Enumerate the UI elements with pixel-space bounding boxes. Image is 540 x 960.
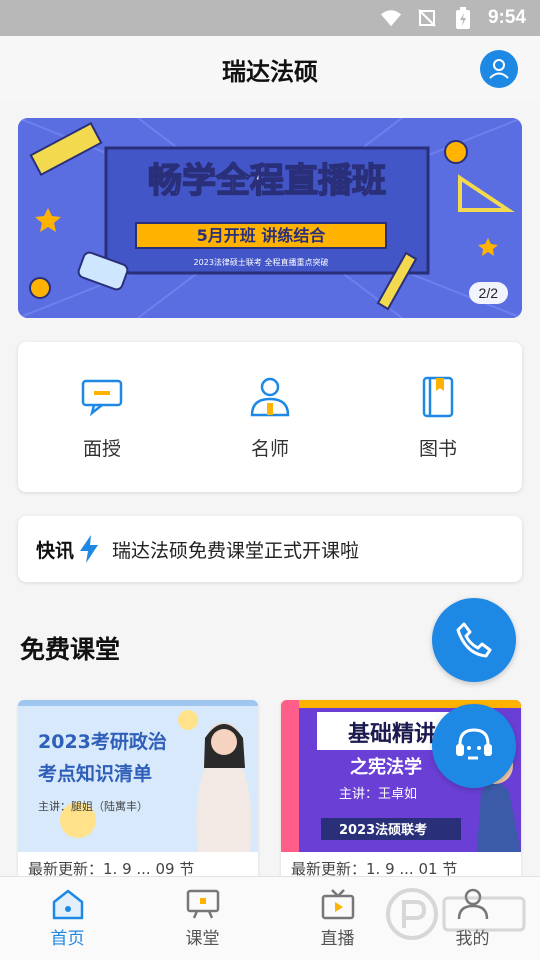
headset-icon [456, 728, 492, 760]
profile-button[interactable] [480, 50, 518, 88]
banner-pager: 2/2 [468, 282, 508, 304]
course-title-line2: 考点知识清单 [38, 762, 152, 785]
teacher-icon [247, 374, 293, 420]
quick-item-books[interactable]: 图书 [354, 342, 522, 492]
no-signal-icon [416, 7, 438, 29]
course-title-line1: 基础精讲 [348, 721, 436, 747]
quick-item-label: 面授 [82, 437, 121, 460]
news-ticker[interactable]: 快讯 瑞达法硕免费课堂正式开课啦 [18, 516, 522, 582]
course-speaker: 主讲：腿姐（陆寓丰） [38, 799, 148, 813]
promo-banner[interactable]: 畅学全程直播班 5月开班 讲练结合 2023法律硕士联考 全程直播重点突破 2/… [18, 118, 522, 318]
nav-label: 直播 [320, 929, 355, 949]
status-time: 9:54 [487, 7, 526, 28]
banner-headline: 畅学全程直播班 [148, 161, 386, 201]
banner-tagline: 5月开班 讲练结合 [197, 226, 327, 245]
user-icon [489, 59, 509, 79]
nav-label: 首页 [50, 929, 85, 949]
tv-icon [321, 889, 354, 920]
course-tag: 2023法硕联考 [339, 822, 427, 838]
call-button[interactable] [432, 598, 516, 682]
nav-label: 课堂 [185, 929, 220, 949]
quick-menu: 面授 名师 图书 [18, 342, 522, 492]
classroom-icon [186, 889, 219, 919]
page-title: 瑞达法硕 [222, 57, 318, 86]
quick-item-teachers[interactable]: 名师 [186, 342, 354, 492]
course-speaker: 主讲：王卓如 [339, 786, 417, 802]
course-card[interactable]: 2023考研政治 考点知识清单 主讲：腿姐（陆寓丰） 最新更新：1. 9 ...… [18, 700, 258, 880]
course-thumbnail: 2023考研政治 考点知识清单 主讲：腿姐（陆寓丰） [18, 700, 258, 852]
banner-subline: 2023法律硕士联考 全程直播重点突破 [194, 257, 329, 267]
nav-classroom[interactable]: 课堂 [135, 877, 270, 960]
nav-home[interactable]: 首页 [0, 877, 135, 960]
home-icon [52, 889, 83, 920]
battery-icon [452, 7, 474, 29]
lightning-icon [80, 535, 99, 563]
quick-item-label: 名师 [250, 437, 289, 460]
news-label: 快讯 [36, 539, 75, 562]
status-bar: 9:54 [0, 0, 540, 36]
course-title-line2: 之宪法学 [350, 756, 422, 778]
news-text: 瑞达法硕免费课堂正式开课啦 [112, 539, 360, 562]
quick-item-face-to-face[interactable]: 面授 [18, 342, 186, 492]
section-title: 免费课堂 [20, 635, 121, 664]
course-title-line1: 2023考研政治 [38, 730, 167, 753]
chat-icon [79, 374, 125, 420]
watermark-logo [382, 884, 532, 948]
customer-service-button[interactable] [432, 704, 516, 788]
quick-item-label: 图书 [418, 437, 457, 460]
app-header: 瑞达法硕 [0, 36, 540, 102]
wifi-icon [380, 7, 402, 29]
phone-icon [456, 622, 492, 658]
book-icon [415, 374, 461, 420]
